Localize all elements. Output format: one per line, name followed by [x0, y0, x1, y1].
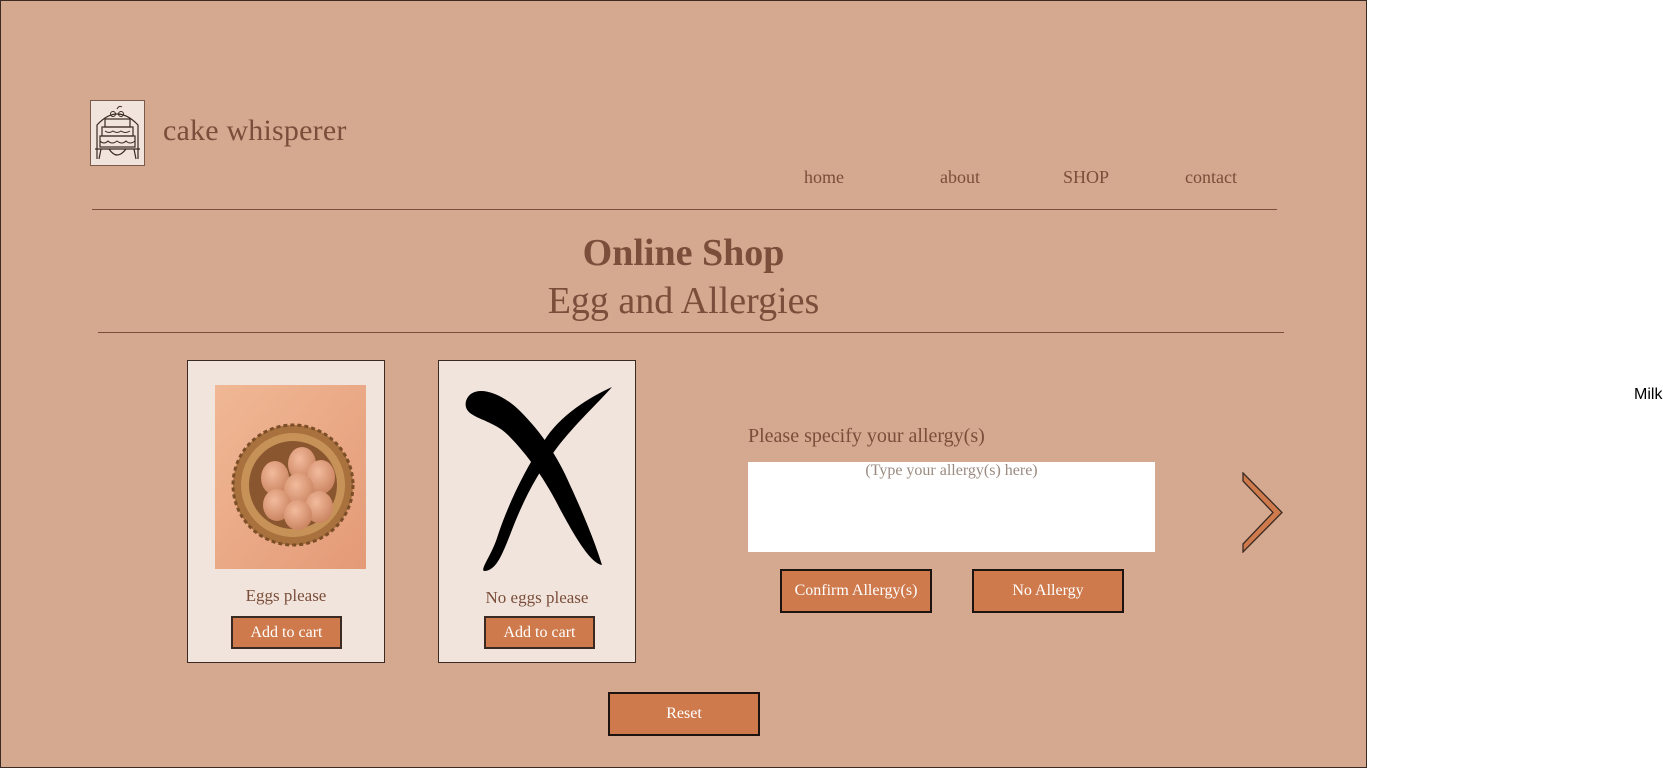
nav-about[interactable]: about	[940, 167, 980, 188]
allergy-label: Please specify your allergy(s)	[748, 425, 985, 447]
product-card-eggs: Eggs please Add to cart	[187, 360, 385, 663]
egg-basket-image	[215, 385, 366, 569]
nav-home[interactable]: home	[804, 167, 844, 188]
product-card-no-eggs: No eggs please Add to cart	[438, 360, 636, 663]
allergy-input[interactable]	[748, 462, 1155, 552]
page-subtitle: Egg and Allergies	[547, 280, 820, 322]
brand-name[interactable]: cake whisperer	[163, 114, 347, 148]
page: cake whisperer home about SHOP contact O…	[0, 0, 1663, 768]
site-frame: cake whisperer home about SHOP contact O…	[0, 0, 1367, 768]
product-label-no-eggs: No eggs please	[485, 588, 589, 607]
add-to-cart-eggs-button[interactable]: Add to cart	[231, 616, 342, 649]
cross-mark-icon	[462, 385, 614, 571]
header-divider	[92, 209, 1277, 210]
confirm-allergy-button[interactable]: Confirm Allergy(s)	[780, 569, 932, 613]
page-title: Online Shop	[582, 232, 785, 274]
milk-label: Milk	[1634, 386, 1663, 403]
title-divider	[98, 332, 1284, 333]
no-allergy-button[interactable]: No Allergy	[972, 569, 1124, 613]
reset-button[interactable]: Reset	[608, 692, 760, 736]
chevron-right-icon[interactable]	[1242, 471, 1284, 554]
nav-shop[interactable]: SHOP	[1063, 167, 1109, 188]
nav-contact[interactable]: contact	[1185, 167, 1237, 188]
product-label-eggs: Eggs please	[245, 586, 327, 605]
add-to-cart-no-eggs-button[interactable]: Add to cart	[484, 616, 595, 649]
cake-logo-icon[interactable]	[90, 100, 145, 166]
